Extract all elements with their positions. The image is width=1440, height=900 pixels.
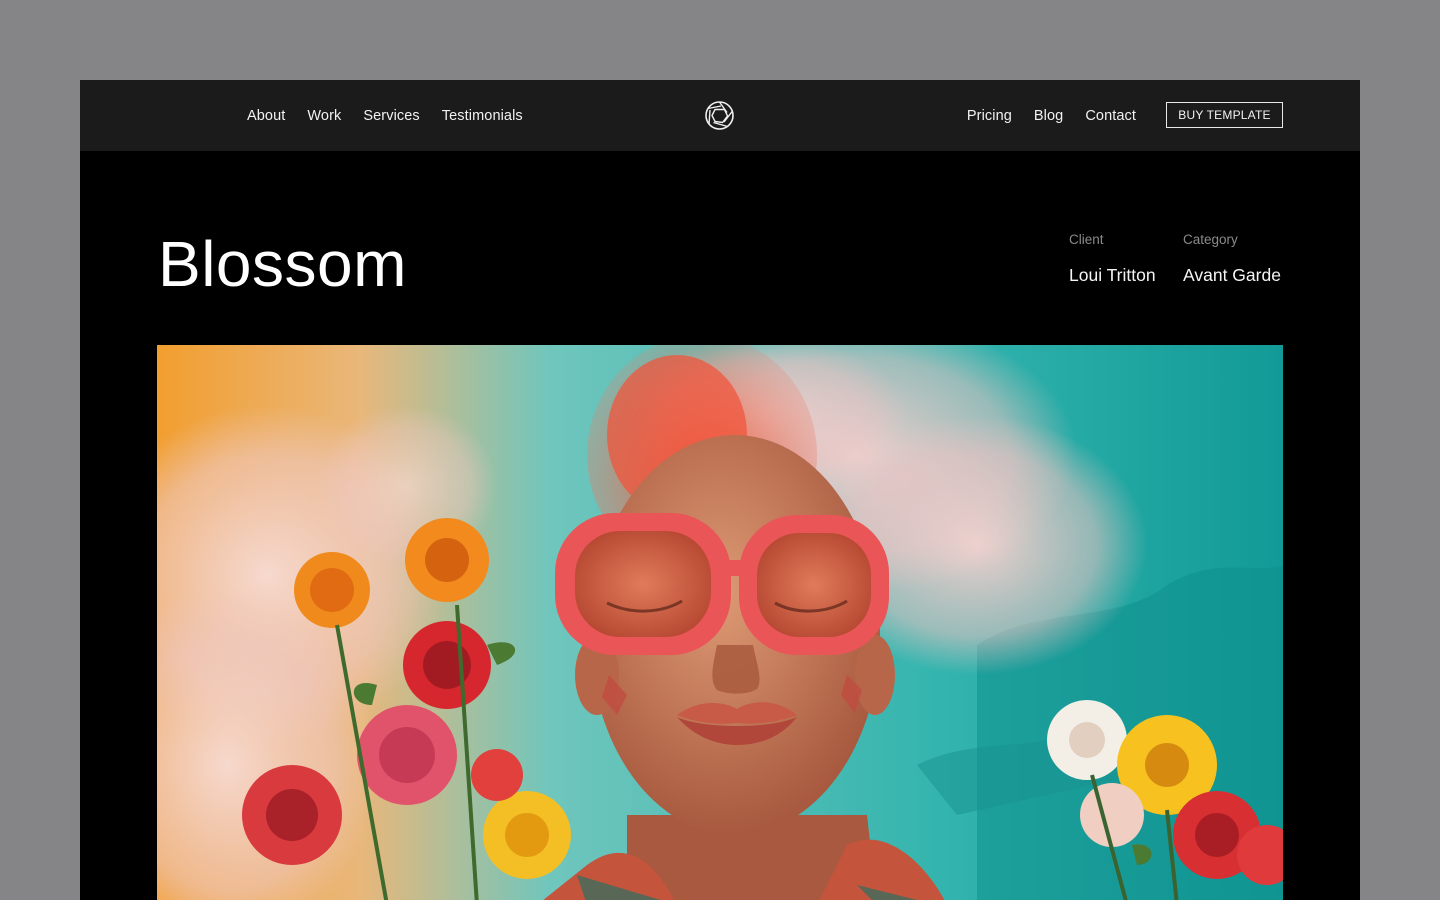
page-title: Blossom [158, 228, 407, 300]
navbar: About Work Services Testimonials Pricing [80, 80, 1360, 151]
hero-image [157, 345, 1283, 900]
nav-link-services[interactable]: Services [363, 108, 419, 124]
nav-link-work[interactable]: Work [307, 108, 341, 124]
nav-link-pricing[interactable]: Pricing [967, 108, 1012, 124]
nav-link-blog[interactable]: Blog [1034, 108, 1063, 124]
category-value: Avant Garde [1183, 265, 1281, 285]
client-label: Client [1069, 232, 1104, 247]
nav-link-contact[interactable]: Contact [1085, 108, 1136, 124]
page-frame: About Work Services Testimonials Pricing [80, 80, 1360, 900]
buy-template-button[interactable]: BUY TEMPLATE [1166, 102, 1283, 128]
category-meta: Category Avant Garde [1183, 232, 1281, 286]
client-value: Loui Tritton [1069, 265, 1156, 285]
nav-left-links: About Work Services Testimonials [247, 80, 523, 151]
category-label: Category [1183, 232, 1238, 247]
client-meta: Client Loui Tritton [1069, 232, 1156, 286]
nav-right-links: Pricing Blog Contact [967, 80, 1136, 151]
nav-link-testimonials[interactable]: Testimonials [442, 108, 523, 124]
nav-link-about[interactable]: About [247, 108, 285, 124]
aperture-icon[interactable] [704, 100, 735, 131]
fashion-portrait-photo [157, 345, 1283, 900]
